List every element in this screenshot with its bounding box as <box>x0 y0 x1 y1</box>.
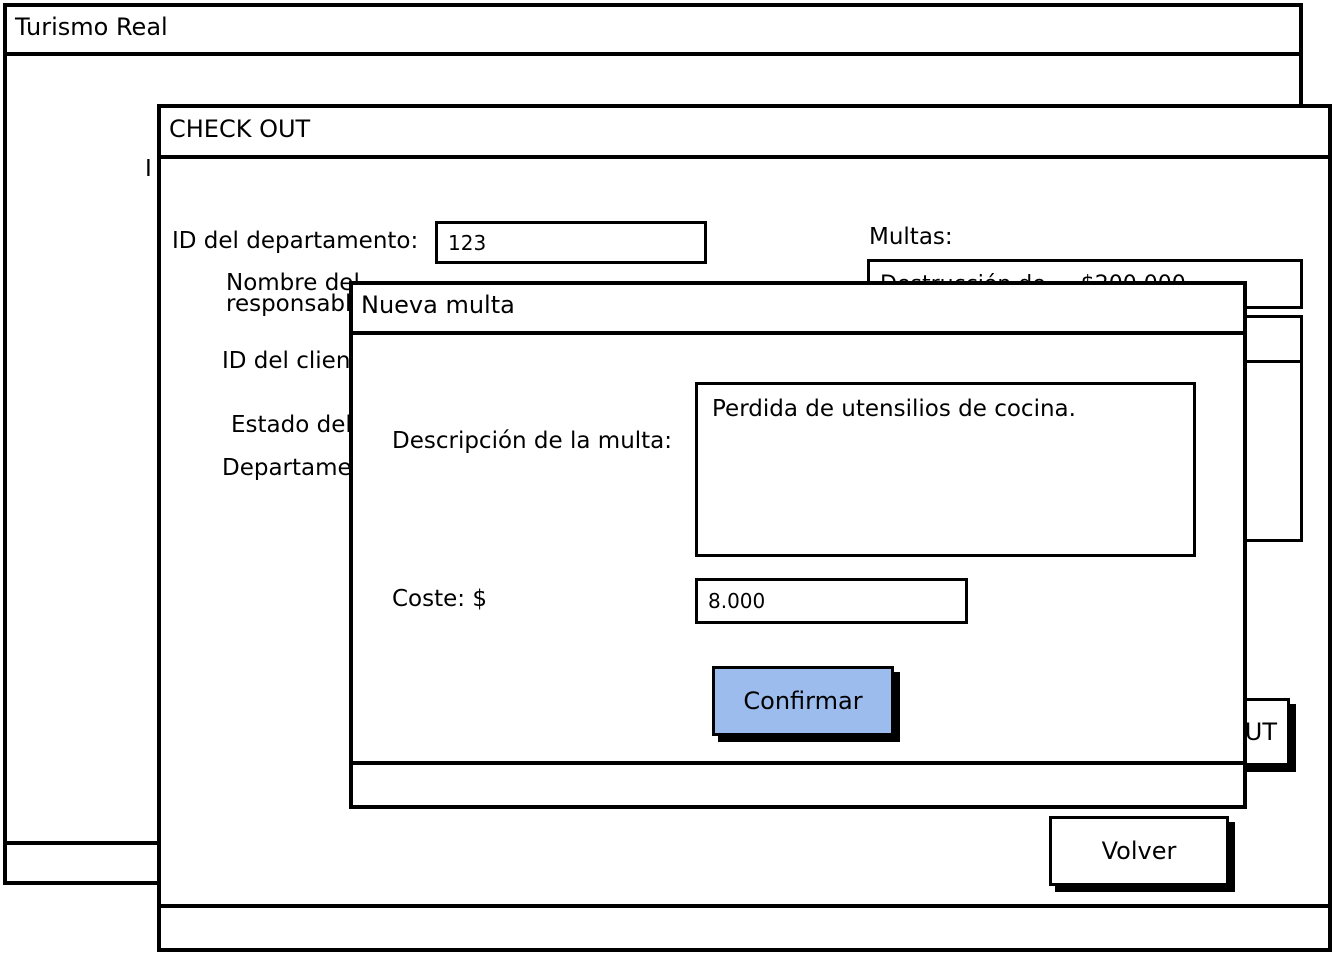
apartment-state-label-line1: Estado del <box>231 412 352 438</box>
checkout-button-label: UT <box>1244 718 1277 746</box>
fines-label: Multas: <box>869 224 953 250</box>
fine-description-textarea[interactable]: Perdida de utensilios de cocina. <box>695 382 1196 557</box>
confirm-button[interactable]: Confirmar <box>712 666 894 736</box>
checkout-window-statusbar <box>161 904 1328 948</box>
fine-cost-label: Coste: $ <box>392 586 487 612</box>
main-window-title: Turismo Real <box>7 7 1299 56</box>
dept-id-label: ID del departamento: <box>172 228 419 254</box>
fine-description-label: Descripción de la multa: <box>392 428 673 454</box>
fine-cost-input[interactable]: 8.000 <box>695 578 968 624</box>
dept-id-input[interactable]: 123 <box>435 221 707 264</box>
main-window-peek-label: I <box>145 156 152 182</box>
new-fine-dialog-statusbar <box>353 761 1243 805</box>
fine-description-text: Perdida de utensilios de cocina. <box>712 396 1076 422</box>
responsible-name-label-line2: responsable <box>226 291 366 317</box>
back-button[interactable]: Volver <box>1049 816 1229 886</box>
checkout-window-title: CHECK OUT <box>161 108 1328 159</box>
new-fine-dialog-title: Nueva multa <box>353 285 1243 335</box>
